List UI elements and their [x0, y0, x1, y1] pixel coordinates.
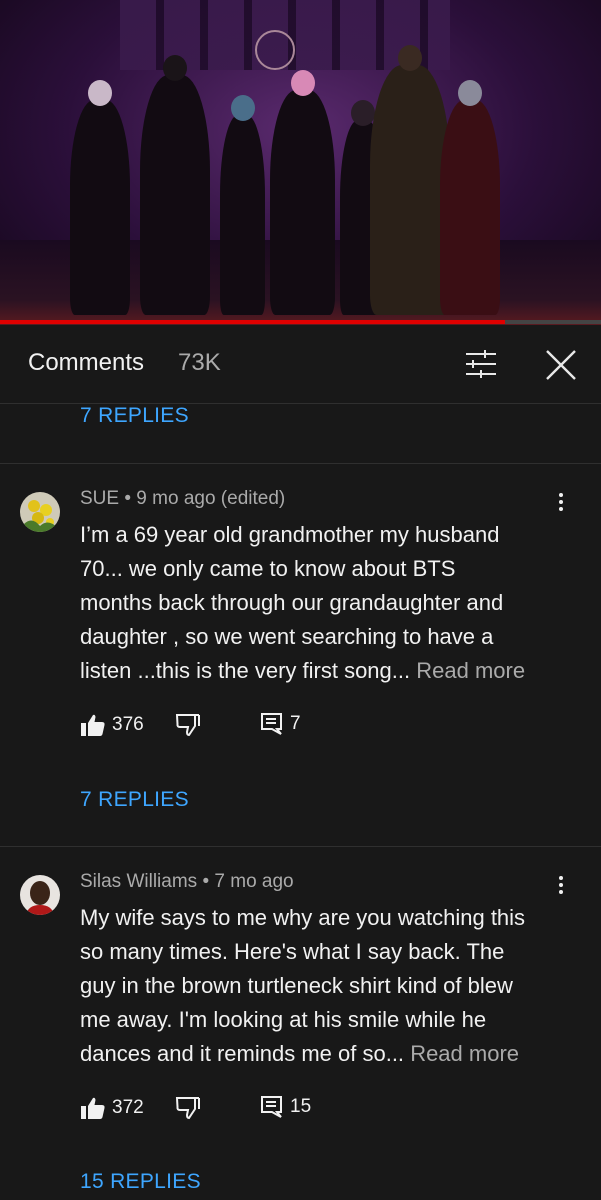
dislike-button[interactable] — [175, 712, 201, 738]
view-replies-button[interactable]: 7 REPLIES — [80, 788, 189, 812]
like-count: 376 — [112, 714, 144, 735]
comment-line-last: listen ...this is the very first song...… — [80, 654, 560, 688]
comments-header: Comments 73K — [0, 325, 601, 404]
comment-time: 9 mo ago (edited) — [136, 488, 286, 509]
like-icon — [81, 1097, 105, 1119]
stage-emblem — [255, 30, 295, 70]
comment-line: guy in the brown turtleneck shirt kind o… — [80, 973, 513, 998]
performer — [220, 95, 265, 315]
comment-line: I’m a 69 year old grandmother my husband — [80, 522, 500, 547]
dislike-icon — [175, 1097, 200, 1120]
view-replies-button[interactable]: 7 REPLIES — [80, 404, 189, 428]
comment-time: 7 mo ago — [214, 871, 294, 892]
reply-count: 7 — [290, 713, 301, 734]
comment-divider — [0, 846, 601, 847]
comment-line: so many times. Here's what I say back. T… — [80, 939, 505, 964]
close-icon[interactable] — [543, 347, 579, 383]
comment-line: 70... we only came to know about BTS — [80, 556, 456, 581]
comments-title: Comments — [28, 349, 145, 376]
comment-text: I’m a 69 year old grandmother my husband… — [80, 518, 560, 688]
performer — [140, 55, 210, 315]
meta-separator: • — [202, 871, 215, 892]
dislike-button[interactable] — [175, 1095, 201, 1121]
dislike-icon — [175, 714, 200, 737]
reply-button[interactable]: 7 — [260, 712, 301, 736]
more-vert-icon[interactable] — [553, 873, 569, 899]
video-progress-fill — [0, 320, 505, 324]
comment-line: My wife says to me why are you watching … — [80, 905, 526, 930]
read-more-link[interactable]: Read more — [410, 1041, 519, 1066]
video-progress-bar[interactable] — [0, 320, 601, 324]
comment-actions: 372 15 — [80, 1095, 380, 1125]
avatar[interactable] — [20, 875, 60, 915]
reply-icon — [261, 1096, 282, 1118]
comment-actions: 376 7 — [80, 712, 380, 742]
reply-icon — [261, 713, 282, 735]
like-button[interactable]: 372 — [80, 1095, 144, 1121]
video-player[interactable] — [0, 0, 601, 325]
like-button[interactable]: 376 — [80, 712, 144, 738]
performer — [70, 80, 130, 315]
comment-line: dances and it reminds me of so... — [80, 1041, 405, 1066]
performer — [270, 70, 335, 315]
reply-button[interactable]: 15 — [260, 1095, 311, 1119]
performer — [370, 45, 450, 315]
performer — [440, 80, 500, 315]
comment-line-last: dances and it reminds me of so... Read m… — [80, 1037, 560, 1071]
meta-separator: • — [124, 488, 137, 509]
comment-author[interactable]: Silas Williams — [80, 871, 197, 892]
comment-line: listen ...this is the very first song... — [80, 658, 411, 683]
comment-author[interactable]: SUE — [80, 488, 119, 509]
comment-line: daughter , so we went searching to have … — [80, 624, 494, 649]
like-count: 372 — [112, 1097, 144, 1118]
comment-divider — [0, 463, 601, 464]
more-vert-icon[interactable] — [553, 490, 569, 516]
comment-meta: SUE • 9 mo ago (edited) — [80, 488, 285, 510]
like-icon — [81, 714, 105, 736]
avatar[interactable] — [20, 492, 60, 532]
reply-count: 15 — [290, 1096, 312, 1117]
view-replies-button[interactable]: 15 REPLIES — [80, 1170, 201, 1194]
comment-meta: Silas Williams • 7 mo ago — [80, 871, 294, 893]
comment-text: My wife says to me why are you watching … — [80, 901, 560, 1071]
comment-line: months back through our grandaughter and — [80, 590, 504, 615]
comment-line: me away. I'm looking at his smile while … — [80, 1007, 487, 1032]
read-more-link[interactable]: Read more — [416, 658, 525, 683]
comments-count: 73K — [178, 349, 221, 376]
filter-icon[interactable] — [463, 349, 499, 379]
